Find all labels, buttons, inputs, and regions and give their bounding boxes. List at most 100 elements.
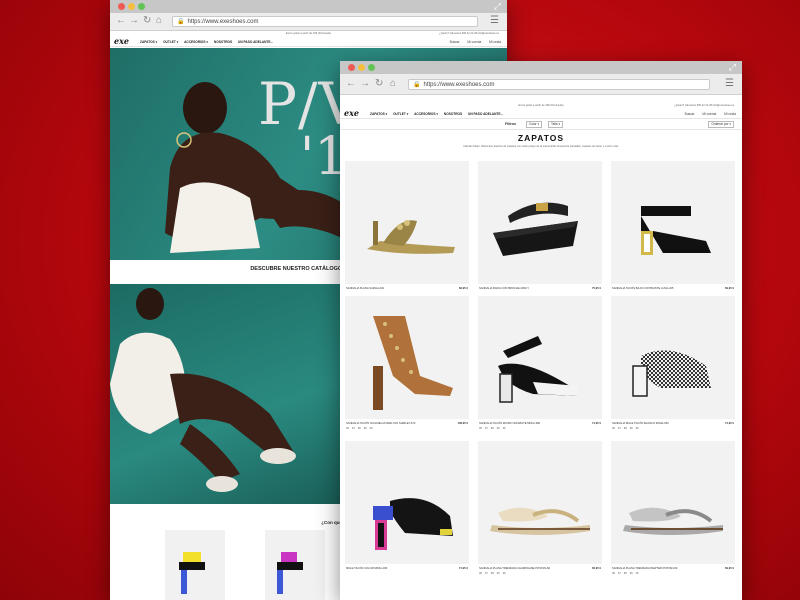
product-image[interactable] (611, 441, 735, 564)
maximize-dot[interactable] (368, 64, 375, 71)
minimize-dot[interactable] (358, 64, 365, 71)
product-name[interactable]: SANDALIA TACÓN BAJO CONTRASTE LUNA-225 (612, 287, 673, 290)
size-option[interactable]: 39 (497, 427, 500, 430)
size-option[interactable]: 36 (346, 427, 349, 430)
size-option[interactable]: 39 (497, 572, 500, 575)
size-option[interactable]: 40 (503, 427, 506, 430)
expand-icon[interactable]: ⤢ (494, 1, 501, 12)
product-card[interactable]: SANDALIA RAFIA CON BROCHE 2000-Y 75,95 € (478, 161, 602, 292)
menu-item-accesorios[interactable]: ACCESORIOS ▾ (184, 40, 208, 44)
close-dot[interactable] (118, 3, 125, 10)
size-option[interactable]: 37 (618, 572, 621, 575)
account-link[interactable]: Mi cuenta (702, 112, 716, 116)
menu-icon[interactable]: ☰ (490, 15, 499, 26)
product-meta: SANDALIA PLANA SARAH-232 82,95 € (345, 284, 469, 292)
size-option[interactable]: 36 (612, 427, 615, 430)
sort-select[interactable]: Ordenar por ▾ (708, 121, 734, 128)
product-image[interactable] (345, 296, 469, 419)
product-image[interactable] (345, 441, 469, 564)
product-meta: MULE TACÓN COLOR MINIA-180 74,95 € (345, 564, 469, 572)
size-option[interactable]: 36 (612, 572, 615, 575)
product-image[interactable] (611, 296, 735, 419)
size-option[interactable]: 39 (630, 427, 633, 430)
expand-icon[interactable]: ⤢ (729, 62, 736, 73)
forward-arrow-icon[interactable]: → (129, 15, 139, 27)
product-name[interactable]: SANDALIA MULE TACÓN BLANCO MINIA-180 (612, 422, 669, 425)
reload-icon[interactable]: ↻ (143, 15, 151, 27)
size-option[interactable]: 38 (491, 427, 494, 430)
menu-item-accesorios[interactable]: ACCESORIOS ▾ (414, 112, 438, 116)
product-card[interactable]: SANDALIA TACÓN TACHUELAS RED-TAN SHIRLEY… (345, 296, 469, 433)
site-logo[interactable]: exe (114, 36, 129, 46)
size-option[interactable]: 37 (618, 427, 621, 430)
size-option[interactable]: 37 (485, 572, 488, 575)
size-option[interactable]: 39 (630, 572, 633, 575)
back-arrow-icon[interactable]: ← (346, 78, 356, 90)
cart-link[interactable]: Mi cesta (724, 112, 736, 116)
product-card[interactable]: SANDALIA TACÓN MICRO OFFWHITE MINIA-380 … (478, 296, 602, 433)
menu-item-zapatos[interactable]: ZAPATOS ▾ (370, 112, 387, 116)
product-card[interactable]: SANDALIA TACÓN BAJO CONTRASTE LUNA-225 6… (611, 161, 735, 292)
product-image[interactable] (478, 441, 602, 564)
size-option[interactable]: 38 (624, 572, 627, 575)
address-bar[interactable]: 🔒 https://www.exeshoes.com (408, 79, 710, 90)
account-link[interactable]: Mi cuenta (467, 40, 481, 44)
product-image[interactable] (611, 161, 735, 284)
address-bar[interactable]: 🔒 https://www.exeshoes.com (172, 16, 478, 27)
product-name[interactable]: SANDALIA TACÓN TACHUELAS RED-TAN SHIRLEY… (346, 422, 416, 425)
product-image[interactable] (478, 296, 602, 419)
size-option[interactable]: 40 (503, 572, 506, 575)
product-image[interactable] (478, 161, 602, 284)
home-icon[interactable]: ⌂ (156, 15, 162, 27)
menu-item-nosotros[interactable]: NOSOTROS (444, 112, 462, 116)
size-option[interactable]: 39 (364, 427, 367, 430)
menu-item-un-paso[interactable]: UN PASO ADELANTE... (468, 112, 503, 116)
menu-item-outlet[interactable]: OUTLET ▾ (393, 112, 408, 116)
minimize-dot[interactable] (128, 3, 135, 10)
size-option[interactable]: 38 (624, 427, 627, 430)
product-name[interactable]: SANDALIA PLANA TRENZADA PEWTER POSTAN-82 (612, 567, 677, 570)
product-image[interactable] (345, 161, 469, 284)
size-option[interactable]: 37 (352, 427, 355, 430)
size-option[interactable]: 37 (485, 427, 488, 430)
product-name[interactable]: SANDALIA RAFIA CON BROCHE 2000-Y (479, 287, 529, 290)
size-option[interactable]: 36 (479, 427, 482, 430)
product-card[interactable]: SANDALIA PLANA TRENZADA CHAMPAGNE POSTAN… (478, 441, 602, 578)
site-logo[interactable]: exe (344, 108, 359, 118)
product-name[interactable]: MULE TACÓN COLOR MINIA-180 (346, 567, 387, 570)
maximize-dot[interactable] (138, 3, 145, 10)
size-list: 36 37 38 39 40 (345, 427, 469, 433)
product-name[interactable]: SANDALIA PLANA SARAH-232 (346, 287, 384, 290)
forward-arrow-icon[interactable]: → (360, 78, 370, 90)
product-card[interactable]: SANDALIA PLANA SARAH-232 82,95 € (345, 161, 469, 292)
search-link[interactable]: Buscar (685, 112, 695, 116)
menu-item-un-paso[interactable]: UN PASO ADELANTE... (238, 40, 273, 44)
combo-card-2[interactable] (265, 530, 325, 600)
size-option[interactable]: 38 (358, 427, 361, 430)
size-filter[interactable]: Talla ▾ (548, 121, 564, 128)
product-name[interactable]: SANDALIA PLANA TRENZADA CHAMPAGNE POSTAN… (479, 567, 550, 570)
cart-link[interactable]: Mi cesta (489, 40, 501, 44)
product-card[interactable]: MULE TACÓN COLOR MINIA-180 74,95 € (345, 441, 469, 572)
product-card[interactable]: SANDALIA PLANA TRENZADA PEWTER POSTAN-82… (611, 441, 735, 578)
size-option[interactable]: 40 (370, 427, 373, 430)
size-option[interactable]: 36 (479, 572, 482, 575)
editorial-photo[interactable] (110, 284, 340, 504)
home-icon[interactable]: ⌂ (390, 78, 396, 90)
reload-icon[interactable]: ↻ (375, 78, 383, 90)
size-option[interactable]: 38 (491, 572, 494, 575)
size-option[interactable]: 40 (636, 427, 639, 430)
menu-icon[interactable]: ☰ (725, 78, 734, 89)
menu-item-outlet[interactable]: OUTLET ▾ (163, 40, 178, 44)
size-option[interactable]: 40 (636, 572, 639, 575)
product-card[interactable]: SANDALIA MULE TACÓN BLANCO MINIA-180 74,… (611, 296, 735, 433)
close-dot[interactable] (348, 64, 355, 71)
combo-card-1[interactable] (165, 530, 225, 600)
color-filter[interactable]: Color ▾ (526, 121, 543, 128)
menu-item-nosotros[interactable]: NOSOTROS (214, 40, 232, 44)
search-link[interactable]: Buscar (450, 40, 460, 44)
filters-label: Filtros (505, 122, 516, 126)
menu-item-zapatos[interactable]: ZAPATOS ▾ (140, 40, 157, 44)
product-name[interactable]: SANDALIA TACÓN MICRO OFFWHITE MINIA-380 (479, 422, 540, 425)
back-arrow-icon[interactable]: ← (116, 15, 126, 27)
